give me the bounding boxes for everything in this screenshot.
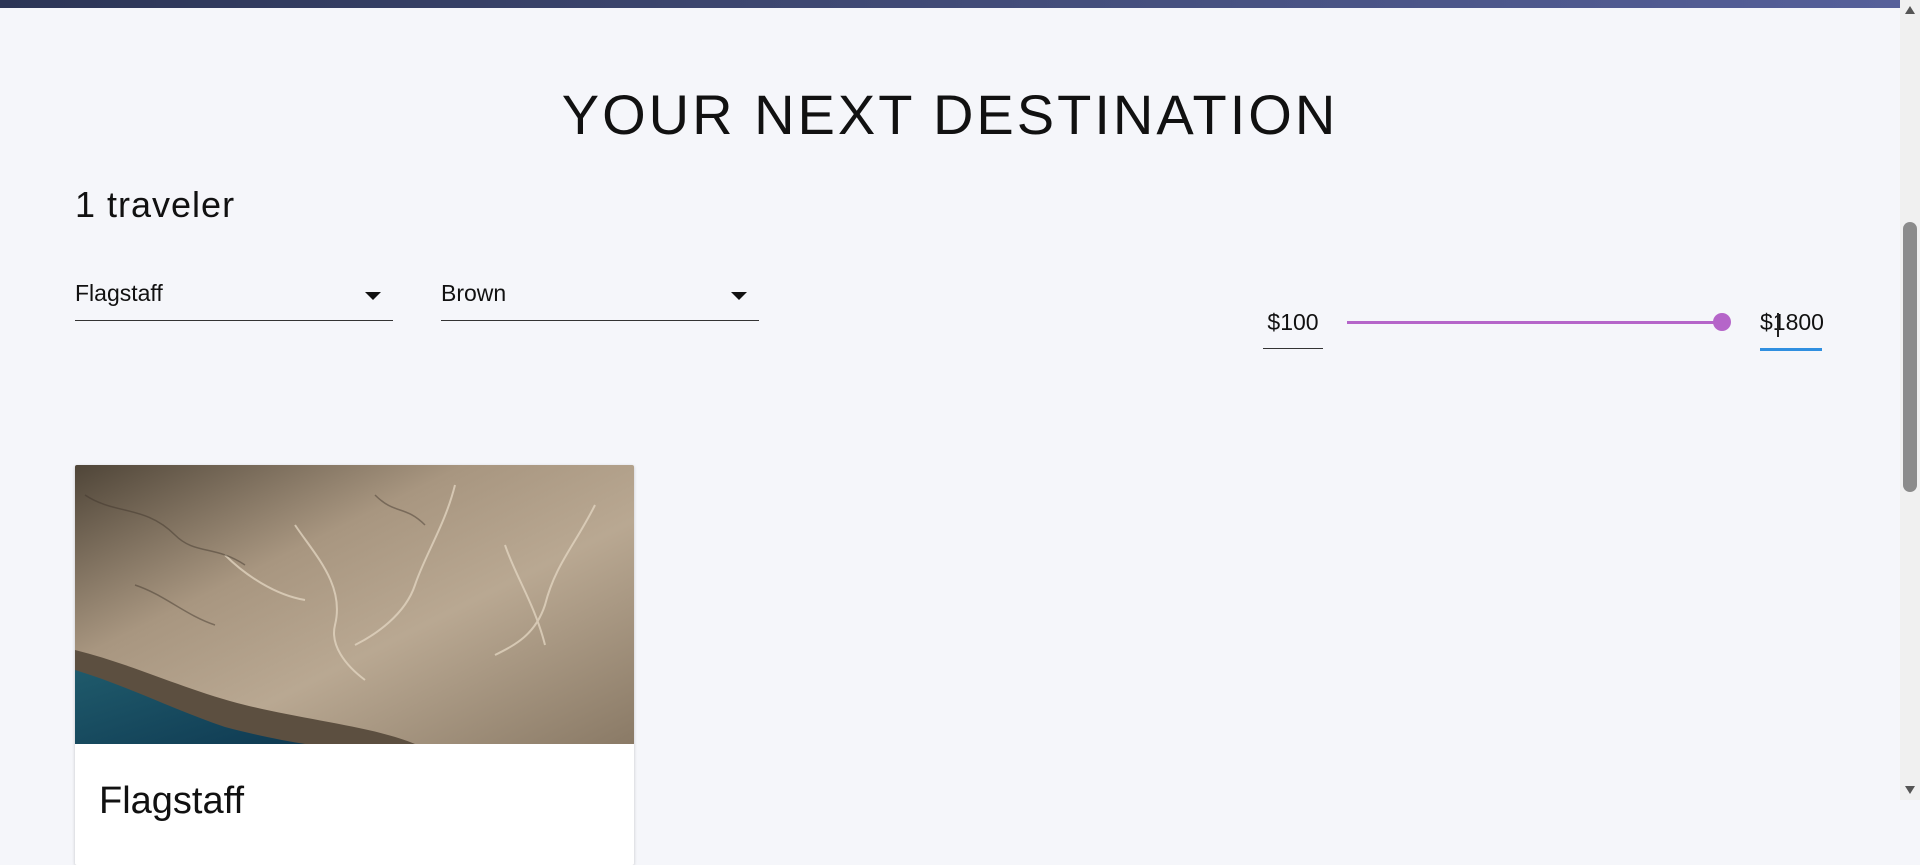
price-min-value: $100 bbox=[1267, 309, 1319, 335]
header-banner bbox=[0, 0, 1900, 8]
scroll-down-icon[interactable] bbox=[1905, 786, 1915, 794]
page-scrollbar[interactable] bbox=[1900, 0, 1920, 800]
destination-select-value: Flagstaff bbox=[75, 280, 163, 306]
scrollbar-thumb[interactable] bbox=[1903, 222, 1917, 492]
price-slider-track[interactable] bbox=[1347, 321, 1722, 324]
price-max-input[interactable]: $1800 bbox=[1760, 306, 1824, 351]
scroll-up-icon[interactable] bbox=[1905, 6, 1915, 14]
chevron-down-icon bbox=[365, 292, 381, 300]
page-title: YOUR NEXT DESTINATION bbox=[561, 83, 1339, 146]
card-image bbox=[75, 465, 634, 744]
destination-card[interactable]: Flagstaff bbox=[75, 465, 634, 865]
destination-select[interactable]: Flagstaff bbox=[75, 280, 393, 321]
card-title: Flagstaff bbox=[99, 780, 245, 822]
color-select-value: Brown bbox=[441, 280, 507, 306]
text-cursor bbox=[1777, 313, 1779, 337]
price-max-value: $1800 bbox=[1760, 309, 1824, 335]
price-slider-thumb[interactable] bbox=[1713, 313, 1731, 331]
traveler-count[interactable]: 1 traveler bbox=[75, 184, 235, 226]
price-min-input[interactable]: $100 bbox=[1263, 306, 1323, 349]
chevron-down-icon bbox=[731, 292, 747, 300]
color-select[interactable]: Brown bbox=[441, 280, 759, 321]
